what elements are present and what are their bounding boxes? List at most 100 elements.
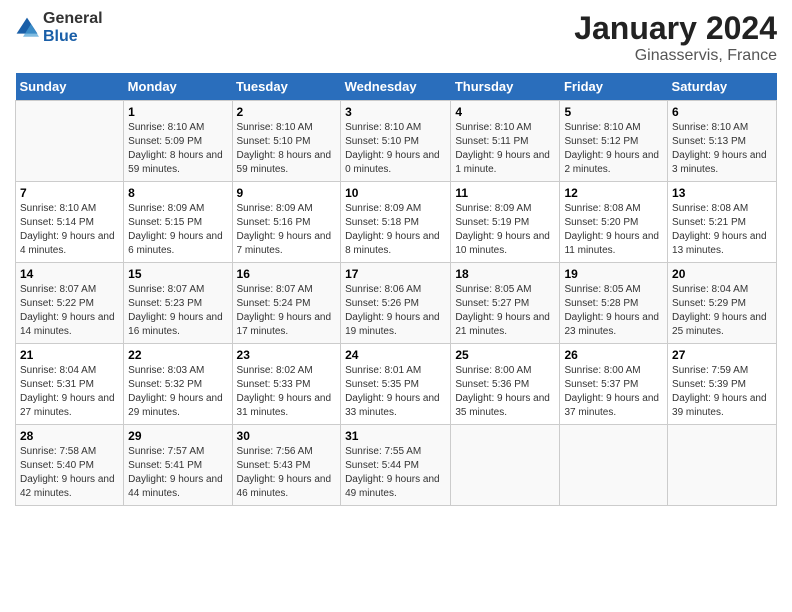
calendar-cell: 25 Sunrise: 8:00 AMSunset: 5:36 PMDayligh… [451,344,560,425]
calendar-cell: 11Sunrise: 8:09 AMSunset: 5:19 PMDayligh… [451,182,560,263]
day-info: Sunrise: 7:59 AMSunset: 5:39 PMDaylight:… [672,364,772,420]
calendar-cell: 16 Sunrise: 8:07 AMSunset: 5:24 PMDayligh… [232,263,341,344]
calendar-cell: 9Sunrise: 8:09 AMSunset: 5:16 PMDaylight… [232,182,341,263]
calendar-cell: 4Sunrise: 8:10 AMSunset: 5:11 PMDaylight… [451,101,560,182]
day-number: 24 [345,348,446,362]
day-info: Sunrise: 8:10 AMSunset: 5:12 PMDaylight:… [564,121,663,177]
calendar-cell: 8 Sunrise: 8:09 AMSunset: 5:15 PMDaylight… [124,182,232,263]
weekday-header: Wednesday [341,73,451,101]
calendar-cell: 29 Sunrise: 7:57 AMSunset: 5:41 PMDayligh… [124,425,232,506]
calendar-cell: 13Sunrise: 8:08 AMSunset: 5:21 PMDayligh… [668,182,777,263]
day-number: 5 [564,105,663,119]
day-info: Sunrise: 8:09 AMSunset: 5:15 PMDaylight:… [128,202,227,258]
day-number: 3 [345,105,446,119]
calendar-cell: 1Sunrise: 8:10 AMSunset: 5:09 PMDaylight… [124,101,232,182]
calendar-cell: 14Sunrise: 8:07 AMSunset: 5:22 PMDayligh… [16,263,124,344]
weekday-header: Thursday [451,73,560,101]
day-number: 16 [237,267,337,281]
day-info: Sunrise: 8:00 AMSunset: 5:37 PMDaylight:… [564,364,663,420]
calendar-cell: 2 Sunrise: 8:10 AMSunset: 5:10 PMDaylight… [232,101,341,182]
logo-general: General [43,10,103,28]
calendar-cell: 12 Sunrise: 8:08 AMSunset: 5:20 PMDayligh… [560,182,668,263]
main-container: General Blue January 2024 Ginasservis, F… [0,0,792,516]
logo: General Blue [15,10,103,45]
calendar-week-row: 28Sunrise: 7:58 AMSunset: 5:40 PMDayligh… [16,425,777,506]
day-info: Sunrise: 8:10 AMSunset: 5:09 PMDaylight:… [128,121,227,177]
logo-text: General Blue [43,10,103,45]
day-number: 17 [345,267,446,281]
day-info: Sunrise: 8:01 AMSunset: 5:35 PMDaylight:… [345,364,446,420]
calendar-cell: 10Sunrise: 8:09 AMSunset: 5:18 PMDayligh… [341,182,451,263]
day-number: 20 [672,267,772,281]
calendar-week-row: 14Sunrise: 8:07 AMSunset: 5:22 PMDayligh… [16,263,777,344]
day-info: Sunrise: 8:08 AMSunset: 5:21 PMDaylight:… [672,202,772,258]
day-info: Sunrise: 8:05 AMSunset: 5:27 PMDaylight:… [455,283,555,339]
day-info: Sunrise: 7:57 AMSunset: 5:41 PMDaylight:… [128,445,227,501]
day-info: Sunrise: 8:00 AMSunset: 5:36 PMDaylight:… [455,364,555,420]
day-info: Sunrise: 8:04 AMSunset: 5:29 PMDaylight:… [672,283,772,339]
day-number: 15 [128,267,227,281]
calendar-cell: 28Sunrise: 7:58 AMSunset: 5:40 PMDayligh… [16,425,124,506]
day-number: 14 [20,267,119,281]
day-number: 4 [455,105,555,119]
page-subtitle: Ginasservis, France [574,47,777,65]
day-number: 9 [237,186,337,200]
day-number: 18 [455,267,555,281]
calendar-cell: 27 Sunrise: 7:59 AMSunset: 5:39 PMDayligh… [668,344,777,425]
calendar-table: SundayMondayTuesdayWednesdayThursdayFrid… [15,73,777,506]
calendar-cell: 19 Sunrise: 8:05 AMSunset: 5:28 PMDayligh… [560,263,668,344]
calendar-week-row: 7 Sunrise: 8:10 AMSunset: 5:14 PMDaylight… [16,182,777,263]
calendar-week-row: 21Sunrise: 8:04 AMSunset: 5:31 PMDayligh… [16,344,777,425]
calendar-cell [560,425,668,506]
day-info: Sunrise: 8:10 AMSunset: 5:13 PMDaylight:… [672,121,772,177]
day-number: 25 [455,348,555,362]
day-number: 26 [564,348,663,362]
calendar-cell [668,425,777,506]
calendar-cell: 6 Sunrise: 8:10 AMSunset: 5:13 PMDaylight… [668,101,777,182]
day-info: Sunrise: 8:10 AMSunset: 5:10 PMDaylight:… [237,121,337,177]
calendar-cell: 5 Sunrise: 8:10 AMSunset: 5:12 PMDaylight… [560,101,668,182]
calendar-cell: 24 Sunrise: 8:01 AMSunset: 5:35 PMDayligh… [341,344,451,425]
weekday-header-row: SundayMondayTuesdayWednesdayThursdayFrid… [16,73,777,101]
calendar-cell [16,101,124,182]
day-number: 31 [345,429,446,443]
calendar-cell: 17 Sunrise: 8:06 AMSunset: 5:26 PMDayligh… [341,263,451,344]
day-info: Sunrise: 7:58 AMSunset: 5:40 PMDaylight:… [20,445,119,501]
day-number: 12 [564,186,663,200]
weekday-header: Tuesday [232,73,341,101]
day-number: 23 [237,348,337,362]
weekday-header: Sunday [16,73,124,101]
day-info: Sunrise: 7:55 AMSunset: 5:44 PMDaylight:… [345,445,446,501]
day-number: 11 [455,186,555,200]
day-info: Sunrise: 8:10 AMSunset: 5:14 PMDaylight:… [20,202,119,258]
calendar-cell: 31 Sunrise: 7:55 AMSunset: 5:44 PMDayligh… [341,425,451,506]
calendar-cell: 23 Sunrise: 8:02 AMSunset: 5:33 PMDayligh… [232,344,341,425]
day-info: Sunrise: 8:08 AMSunset: 5:20 PMDaylight:… [564,202,663,258]
day-info: Sunrise: 8:02 AMSunset: 5:33 PMDaylight:… [237,364,337,420]
calendar-cell: 15Sunrise: 8:07 AMSunset: 5:23 PMDayligh… [124,263,232,344]
day-number: 30 [237,429,337,443]
calendar-cell: 22Sunrise: 8:03 AMSunset: 5:32 PMDayligh… [124,344,232,425]
day-number: 19 [564,267,663,281]
calendar-cell: 7 Sunrise: 8:10 AMSunset: 5:14 PMDaylight… [16,182,124,263]
day-info: Sunrise: 8:06 AMSunset: 5:26 PMDaylight:… [345,283,446,339]
calendar-cell: 20 Sunrise: 8:04 AMSunset: 5:29 PMDayligh… [668,263,777,344]
day-info: Sunrise: 8:07 AMSunset: 5:24 PMDaylight:… [237,283,337,339]
day-info: Sunrise: 8:03 AMSunset: 5:32 PMDaylight:… [128,364,227,420]
day-number: 29 [128,429,227,443]
day-number: 27 [672,348,772,362]
day-info: Sunrise: 8:09 AMSunset: 5:18 PMDaylight:… [345,202,446,258]
day-info: Sunrise: 8:04 AMSunset: 5:31 PMDaylight:… [20,364,119,420]
calendar-cell: 30Sunrise: 7:56 AMSunset: 5:43 PMDayligh… [232,425,341,506]
calendar-cell: 3 Sunrise: 8:10 AMSunset: 5:10 PMDaylight… [341,101,451,182]
day-info: Sunrise: 8:05 AMSunset: 5:28 PMDaylight:… [564,283,663,339]
weekday-header: Friday [560,73,668,101]
calendar-cell: 18 Sunrise: 8:05 AMSunset: 5:27 PMDayligh… [451,263,560,344]
day-number: 2 [237,105,337,119]
day-number: 7 [20,186,119,200]
day-info: Sunrise: 8:10 AMSunset: 5:10 PMDaylight:… [345,121,446,177]
weekday-header: Saturday [668,73,777,101]
day-number: 8 [128,186,227,200]
calendar-cell: 21Sunrise: 8:04 AMSunset: 5:31 PMDayligh… [16,344,124,425]
day-number: 6 [672,105,772,119]
